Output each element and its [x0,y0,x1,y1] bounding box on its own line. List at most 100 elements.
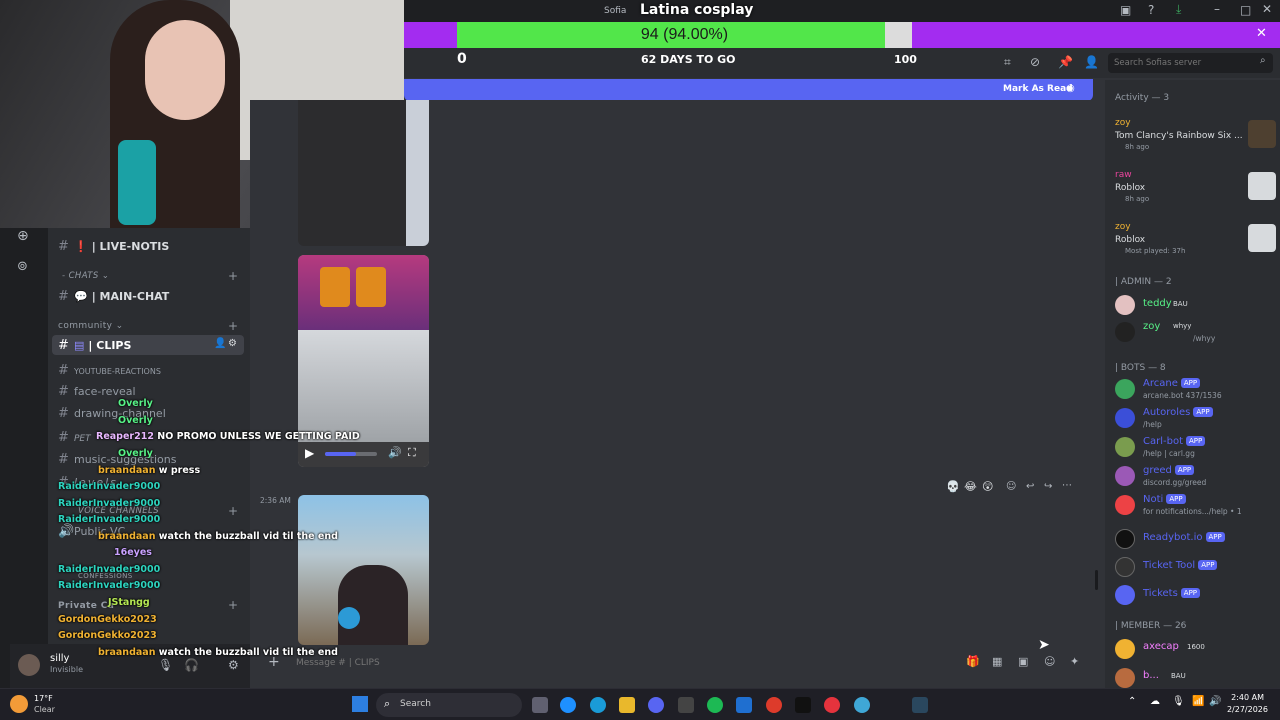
channel-main-chat[interactable]: # 💬 | MAIN-CHAT [58,289,169,309]
store-icon[interactable] [678,697,694,713]
avatar [1115,295,1135,315]
bot-item[interactable]: Arcane APP arcane.bot 437/1536 [1115,377,1275,405]
goal-close-icon[interactable]: ✕ [1256,26,1267,41]
maximize-icon[interactable]: □ [1240,3,1251,17]
add-reaction-icon[interactable]: ☺ [1006,481,1016,492]
volume-icon[interactable]: 🔊 [388,446,402,459]
task-view-icon[interactable] [532,697,548,713]
hash-icon: # [58,239,69,254]
browser-icon[interactable] [854,697,870,713]
fullscreen-icon[interactable]: ⛶ [408,446,416,460]
activity-item[interactable]: raw Roblox 8h ago [1115,170,1276,203]
discord-icon[interactable] [648,697,664,713]
reply-icon[interactable]: ↩ [1026,481,1034,492]
tray-app-icon[interactable]: ☁ [1150,696,1160,707]
minimize-icon[interactable]: – [1214,2,1220,16]
forward-icon[interactable]: ↪ [1044,481,1052,492]
threads-icon[interactable]: ⌗ [1004,55,1011,70]
member-tag: whyy [1173,322,1192,330]
bot-item[interactable]: Tickets APP [1115,583,1275,611]
channel-live-notis[interactable]: # ❗ | LIVE-NOTIS [58,239,169,259]
activity-header: Activity — 3 [1115,93,1170,103]
bot-item[interactable]: greed APP discord.gg/greed [1115,464,1275,492]
settings-gear-icon[interactable]: ⚙ [228,338,237,349]
member-list: Activity — 3 zoy Tom Clancy's Rainbow Si… [1105,80,1280,688]
category-chats[interactable]: - CHATS ⌄ [62,271,109,281]
member-item[interactable]: zoy whyy /whyy [1115,320,1275,348]
app-icon[interactable] [766,697,782,713]
copilot-icon[interactable] [560,697,576,713]
sticker-icon[interactable]: ▣ [1018,655,1028,668]
edge-icon[interactable] [590,697,606,713]
chat-message: Reaper212 NO PROMO UNLESS WE GETTING PAI… [96,431,360,442]
tiktok-icon[interactable] [795,697,811,713]
member-item[interactable]: axecap 1600 [1115,637,1275,665]
download-icon[interactable]: ⤓ [1176,2,1181,17]
bot-item[interactable]: Autoroles APP/help [1115,406,1275,434]
spotify-icon[interactable] [707,697,723,713]
message-input-area[interactable]: + 🎁 ▦ ▣ ☺ ✦ [262,652,1096,674]
bot-item[interactable]: Noti APP for notifications.../help • 1 [1115,493,1275,521]
mic-tray-icon[interactable]: 🎙 [1172,696,1185,707]
notification-bell-icon[interactable]: ⊘ [1030,55,1040,69]
category-community[interactable]: community ⌄ [58,321,124,331]
tray-expand-icon[interactable]: ⌃ [1128,696,1136,707]
webcam-mic [118,140,156,225]
member-header: | MEMBER — 26 [1115,621,1187,631]
hash-icon: # [58,289,69,304]
skull-reaction-icon[interactable]: 💀 [946,480,960,493]
taskbar: 17°F Clear ⌕ Search ⌃ ☁ 🎙 📶 🔊 2:40 AM 2/… [0,688,1280,720]
mark-read-icon: ◉ [1066,83,1075,94]
channel-clips[interactable]: # ▤ | CLIPS [58,338,131,358]
clock-date[interactable]: 2/27/2026 [1220,705,1268,714]
emoji-icon[interactable]: ☺ [1044,655,1055,668]
message-input[interactable] [296,656,796,670]
member-tag: BAU [1173,300,1188,308]
file-explorer-icon[interactable] [619,697,635,713]
activity-time: 8h ago [1125,143,1150,151]
gift-icon[interactable]: 🎁 [966,655,980,668]
pin-icon[interactable]: 📌 [1058,55,1073,69]
bot-item[interactable]: Readybot.io APP [1115,527,1275,555]
new-messages-bar[interactable]: Mark As Read ◉ [404,79,1093,101]
gif-icon[interactable]: ▦ [992,655,1002,668]
apps-icon[interactable]: ✦ [1070,655,1079,668]
laugh-reaction-icon[interactable]: 😂 [964,480,977,493]
bot-item[interactable]: Ticket Tool APP [1115,555,1275,583]
invite-icon[interactable]: 👤 [214,338,226,349]
clock-time[interactable]: 2:40 AM [1220,693,1264,702]
help-icon[interactable]: ? [1148,3,1154,17]
mark-as-read-button[interactable]: Mark As Read [1003,84,1073,94]
channel-youtube-reactions[interactable]: # YOUTUBE-REACTIONS [58,363,161,383]
add-channel-icon[interactable]: + [228,269,238,283]
windows-start-icon[interactable] [352,696,368,712]
scrollbar-thumb[interactable] [1095,570,1098,590]
bot-item[interactable]: Carl-bot APP/help | carl.gg [1115,435,1275,463]
add-server-icon[interactable]: ⊕ [17,228,29,244]
exclamation-icon: ❗ [74,240,88,253]
opera-icon[interactable] [824,697,840,713]
more-options-icon[interactable]: ⋯ [1062,480,1072,491]
search-input[interactable] [1114,56,1254,70]
search-box[interactable]: ⌕ [1108,53,1273,73]
chat-message: braandaan watch the buzzball vid til the… [98,647,338,658]
mail-icon[interactable] [736,697,752,713]
message-area: to ▶ 🔊 ⛶ 2:36 AM 💀 😂 😲 ☺ ↩ ↪ ⋯ [250,100,1098,645]
close-window-icon[interactable]: ✕ [1262,2,1272,16]
video-frame-cup [320,267,350,307]
member-item[interactable]: teddy BAU [1115,293,1275,321]
steam-icon[interactable] [912,697,928,713]
member-list-icon[interactable]: 👤 [1084,55,1099,69]
avatar [1115,322,1135,342]
chat-message: Overly [118,415,153,426]
shock-reaction-icon[interactable]: 😲 [982,480,993,493]
activity-item[interactable]: zoy Tom Clancy's Rainbow Six ... 8h ago [1115,118,1276,151]
add-channel-icon[interactable]: + [228,319,238,333]
inbox-icon[interactable]: ▣ [1120,3,1131,17]
activity-item[interactable]: zoy Roblox Most played: 37h [1115,222,1276,255]
discover-icon[interactable]: ⊚ [17,259,28,274]
activity-time: 8h ago [1125,195,1150,203]
taskbar-search[interactable]: ⌕ Search [376,693,522,717]
attachment-thumbnail[interactable]: to [298,100,429,246]
wifi-icon[interactable]: 📶 [1192,696,1204,707]
